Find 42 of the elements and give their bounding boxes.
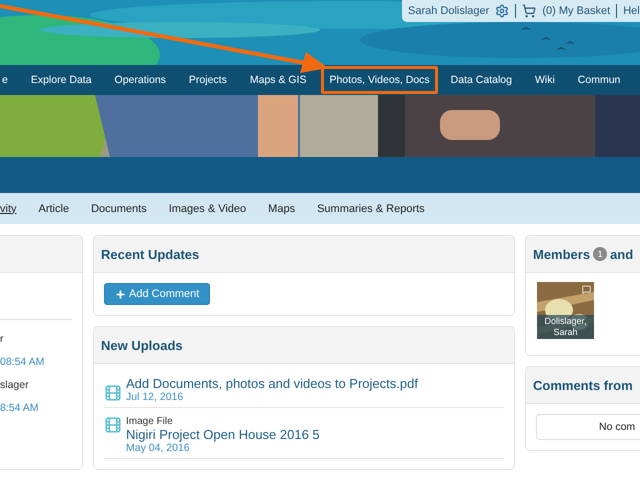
help-link[interactable]: Hel [623,5,640,17]
message-icon[interactable] [582,285,591,294]
nav-item[interactable]: Commun [570,66,628,94]
upload-date: May 04, 2016 [126,442,191,454]
card-title: Members [533,246,590,262]
member-count: 1 [593,247,608,261]
plus-icon [115,288,126,300]
activity-user: r [0,332,4,347]
film-icon [104,384,122,402]
nav-item[interactable]: Maps & GIS [242,66,314,94]
nav-item[interactable]: Wiki [526,66,563,94]
nav-item[interactable]: Projects [180,66,235,94]
nav-item[interactable]: Data Catalog [442,66,520,94]
activity-time: 8:54 AM [0,401,40,416]
card-title: Comments from [533,378,633,392]
tab[interactable]: Images & Video [168,202,246,214]
card-title: New Uploads [101,338,183,352]
nav-item[interactable]: Photos, Videos, Docs [321,66,438,94]
activity-time: 08:54 AM [0,355,46,370]
cart-icon[interactable] [522,4,536,18]
film-icon [104,416,122,434]
card-title: Recent Updates [101,246,200,262]
tab[interactable]: Maps [268,202,296,214]
tab[interactable]: vity [0,202,16,214]
basket-link[interactable]: (0) My Basket [542,5,610,17]
empty-message: No com [536,414,640,440]
nav-item[interactable]: e [0,66,16,94]
tab[interactable]: Article [38,202,70,214]
upload-date: Jul 12, 2016 [126,391,184,403]
upload-title[interactable]: Nigiri Project Open House 2016 5 [126,427,320,442]
user-name[interactable]: Sarah Dolislager [408,5,490,17]
add-comment-button[interactable]: Add Comment [104,283,210,305]
nav-item[interactable]: Explore Data [22,66,100,94]
nav-item[interactable]: Operations [106,66,174,94]
activity-user: slager [0,378,30,393]
upload-title[interactable]: Add Documents, photos and videos to Projects.pdf [126,376,418,391]
tab[interactable]: Documents [91,202,147,214]
tab[interactable]: Summaries & Reports [317,202,425,214]
member-name[interactable]: Dolislager, Sarah [537,315,594,339]
settings-icon[interactable] [495,4,510,18]
card-title: and [610,246,634,262]
file-type: Image File [126,416,174,427]
